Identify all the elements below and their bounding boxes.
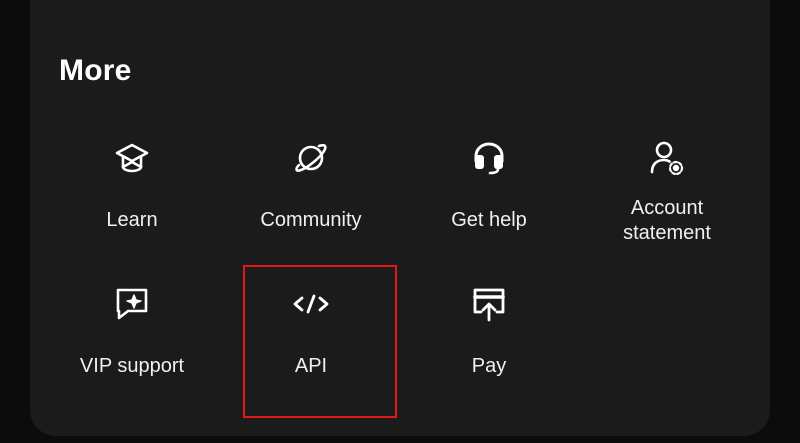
- account-statement-label: Account statement: [623, 197, 711, 244]
- api-label: API: [294, 355, 328, 377]
- pay-label: Pay: [471, 355, 507, 377]
- planet-icon: [291, 138, 331, 178]
- vip-chat-icon: [112, 284, 152, 324]
- user-gear-icon: [647, 138, 687, 178]
- learn-button[interactable]: Learn: [47, 138, 217, 258]
- headset-icon: [469, 138, 509, 178]
- learn-label: Learn: [106, 209, 158, 231]
- community-button[interactable]: Community: [226, 138, 396, 258]
- get-help-label: Get help: [451, 209, 527, 231]
- vip-support-label: VIP support: [79, 355, 185, 377]
- payment-terminal-icon: [469, 284, 509, 324]
- get-help-button[interactable]: Get help: [404, 138, 574, 258]
- section-title: More: [59, 54, 132, 87]
- api-button[interactable]: API: [226, 284, 396, 404]
- pay-button[interactable]: Pay: [404, 284, 574, 404]
- account-statement-button[interactable]: Account statement: [582, 138, 752, 258]
- graduation-cap-icon: [112, 138, 152, 178]
- vip-support-button[interactable]: VIP support: [47, 284, 217, 404]
- code-icon: [291, 284, 331, 324]
- community-label: Community: [260, 209, 362, 231]
